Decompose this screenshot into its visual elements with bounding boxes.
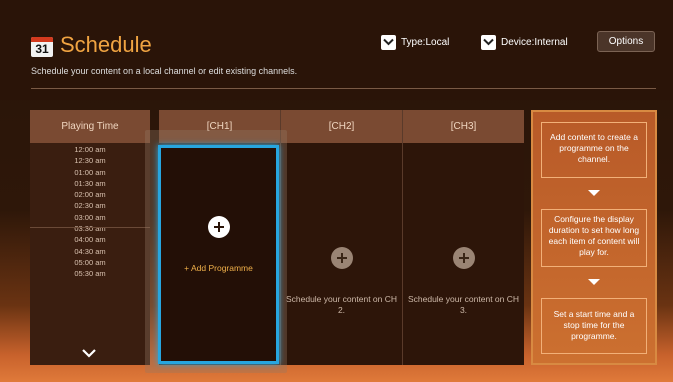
arrow-down-icon: [588, 190, 600, 196]
type-dropdown[interactable]: Type:Local: [381, 33, 449, 51]
header-divider: [31, 88, 656, 89]
scroll-down-icon[interactable]: [81, 348, 97, 358]
chevron-down-icon: [481, 34, 496, 50]
add-programme-label: + Add Programme: [184, 263, 253, 273]
options-button[interactable]: Options: [597, 31, 655, 52]
time-divider: [30, 227, 150, 228]
channel-3-column[interactable]: [CH3] Schedule your content on CH 3.: [403, 110, 524, 365]
time-slot: 04:00 am: [74, 235, 106, 245]
channel-2-header: [CH2]: [281, 110, 402, 143]
calendar-icon: 31: [31, 37, 53, 57]
add-icon: [207, 216, 230, 238]
time-slot: 04:30 am: [74, 246, 106, 256]
time-slot: 01:30 am: [74, 178, 106, 188]
channel-3-label: Schedule your content on CH 3.: [407, 294, 520, 315]
add-icon: [452, 247, 475, 269]
help-step-2: Configure the display duration to set ho…: [541, 209, 647, 267]
device-dropdown[interactable]: Device:Internal: [481, 33, 568, 51]
add-programme-button[interactable]: + Add Programme: [158, 145, 279, 364]
time-slot: 12:30 am: [74, 156, 106, 166]
time-slot: 02:30 am: [74, 201, 106, 211]
time-slot: 03:00 am: [74, 212, 106, 222]
time-slot: 05:30 am: [74, 269, 106, 279]
page-subtitle: Schedule your content on a local channel…: [31, 66, 298, 76]
help-step-1: Add content to create a programme on the…: [541, 122, 647, 178]
time-slot: 01:00 am: [74, 167, 106, 177]
help-step-3: Set a start time and a stop time for the…: [541, 298, 647, 354]
device-dropdown-label: Device:Internal: [501, 36, 568, 48]
channel-2-column[interactable]: [CH2] Schedule your content on CH 2.: [281, 110, 402, 365]
arrow-down-icon: [588, 279, 600, 285]
page-title: Schedule: [60, 32, 152, 57]
type-dropdown-label: Type:Local: [401, 36, 450, 48]
add-icon: [330, 247, 353, 269]
time-slot: 02:00 am: [74, 190, 106, 200]
time-slot: 12:00 am: [74, 145, 106, 154]
time-slot: 03:30 am: [74, 224, 106, 234]
chevron-down-icon: [381, 34, 396, 50]
playing-time-header: Playing Time: [30, 110, 150, 143]
channel-2-label: Schedule your content on CH 2.: [285, 294, 398, 315]
time-slot: 05:00 am: [74, 257, 106, 267]
calendar-day: 31: [35, 42, 49, 56]
channel-3-header: [CH3]: [403, 110, 524, 143]
help-panel: Add content to create a programme on the…: [531, 110, 657, 365]
time-list[interactable]: 12:00 am 12:30 am 01:00 am 01:30 am 02:0…: [30, 144, 150, 280]
playing-time-column: Playing Time 12:00 am 12:30 am 01:00 am …: [30, 110, 150, 365]
